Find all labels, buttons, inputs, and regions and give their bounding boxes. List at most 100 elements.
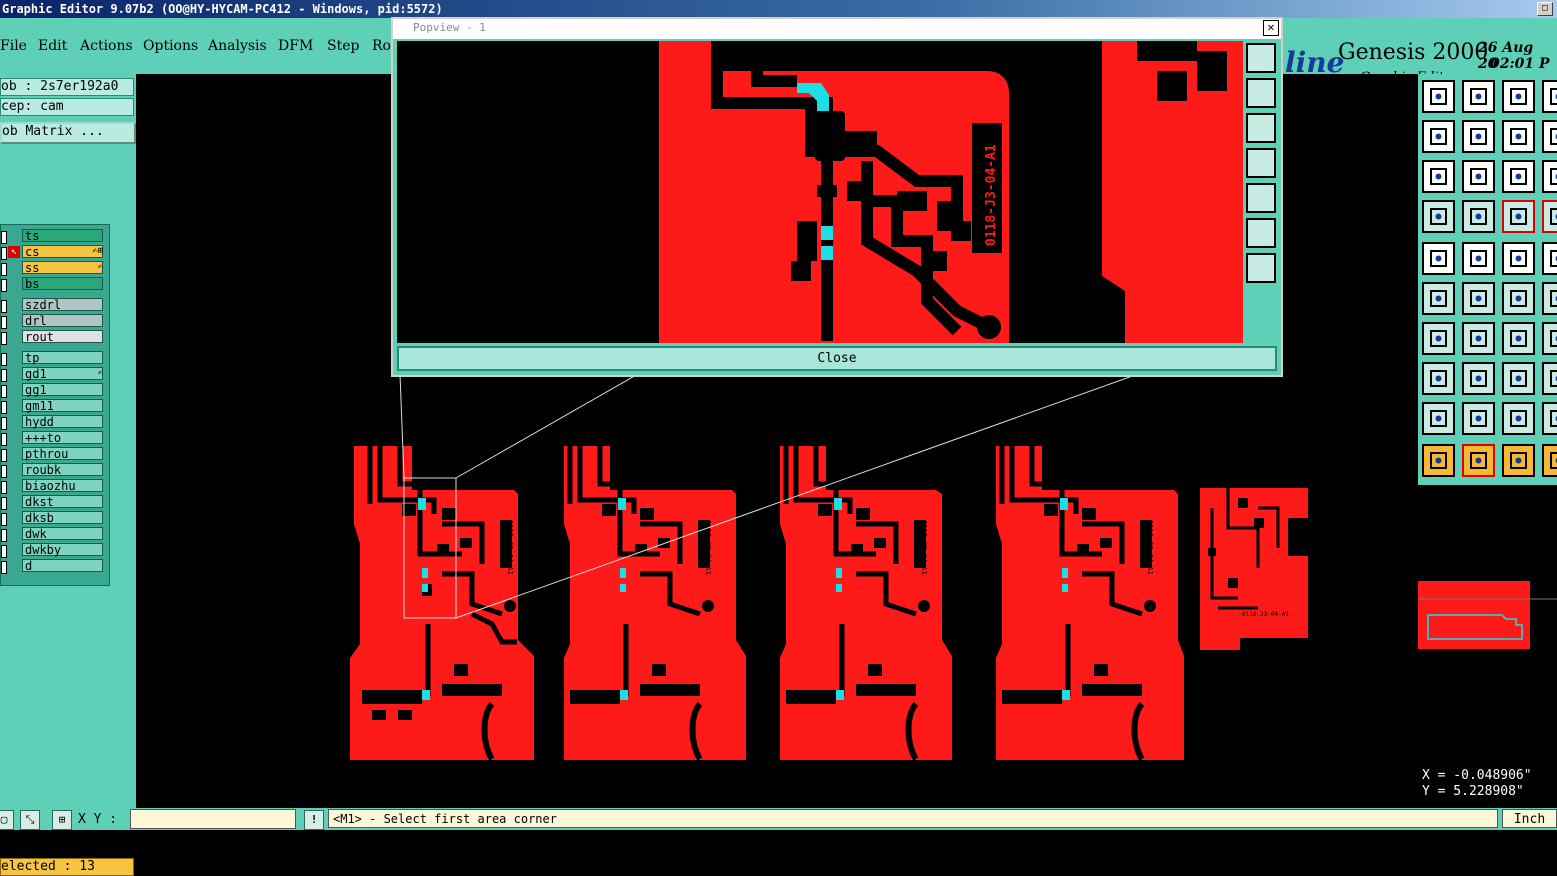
scroll-icon[interactable] [1542, 80, 1557, 113]
pan-up-icon[interactable] [1246, 78, 1276, 108]
dimension2-icon[interactable] [1542, 362, 1557, 395]
layer-row-szdrl[interactable]: szdrl [1, 298, 107, 313]
layer-row-biaozhu[interactable]: biaozhu [1, 479, 107, 494]
layer-name[interactable]: gm11 [22, 399, 103, 412]
layer-row-dksb[interactable]: dksb [1, 511, 107, 526]
layer-name[interactable]: bs [22, 277, 103, 290]
swap-icon[interactable] [1502, 120, 1535, 153]
layer-name[interactable]: rout [22, 330, 103, 343]
layer-checkbox[interactable] [1, 481, 7, 494]
measure-icon[interactable] [1422, 200, 1455, 233]
layer-checkbox[interactable] [1, 497, 7, 510]
pointer-icon[interactable] [1422, 444, 1455, 477]
segment-icon[interactable] [1502, 282, 1535, 315]
layer-name[interactable]: gg1 [22, 383, 103, 396]
arc2-icon[interactable] [1542, 322, 1557, 355]
layer-row-cs[interactable]: ↖cs✍⊞ [1, 245, 107, 260]
layer-row-dkst[interactable]: dkst [1, 495, 107, 510]
pad-icon[interactable] [1542, 282, 1557, 315]
connect-icon[interactable] [1422, 282, 1455, 315]
layer-row-gm11[interactable]: gm11 [1, 399, 107, 414]
layer-row-bs[interactable]: bs [1, 277, 107, 292]
popview-canvas[interactable]: 0118-J3-04-A1 [397, 41, 1243, 343]
panel-icon[interactable] [1542, 120, 1557, 153]
layer-checkbox[interactable] [1, 332, 7, 345]
triangle4-icon[interactable] [1542, 402, 1557, 435]
layer-row-ts[interactable]: ts [1, 229, 107, 244]
home-icon[interactable] [1502, 80, 1535, 113]
popview-close-button[interactable]: Close [397, 346, 1277, 371]
layer-checkbox[interactable] [1, 263, 7, 276]
layer-checkbox[interactable] [1, 300, 7, 313]
pan-right-icon[interactable] [1462, 120, 1495, 153]
layer-row-hydd[interactable]: hydd [1, 415, 107, 430]
status-tool-icon[interactable]: ▢ [0, 810, 14, 830]
layer-row-tp[interactable]: tp [1, 351, 107, 366]
layer-checkbox[interactable] [1, 369, 7, 382]
pan-left-icon[interactable] [1422, 120, 1455, 153]
close-icon[interactable]: ✕ [1263, 20, 1279, 36]
layer-checkbox[interactable] [1, 247, 7, 260]
pan-right-icon[interactable] [1246, 183, 1276, 213]
layer-name[interactable]: dkst [22, 495, 103, 508]
layer-row-pthrou[interactable]: pthrou [1, 447, 107, 462]
home-top-icon[interactable] [1422, 80, 1455, 113]
fit-icon[interactable] [1422, 160, 1455, 193]
layer-row-drl[interactable]: drl [1, 314, 107, 329]
pan-left-icon[interactable] [1246, 148, 1276, 178]
layer-checkbox[interactable] [1, 316, 7, 329]
pan-top-icon[interactable] [1246, 43, 1276, 73]
layer-row-rout[interactable]: rout [1, 330, 107, 345]
layer-checkbox[interactable] [1, 449, 7, 462]
layer-name[interactable]: dksb [22, 511, 103, 524]
layer-checkbox[interactable] [1, 433, 7, 446]
layer-name[interactable]: cs [22, 245, 103, 258]
menu-options[interactable]: Options [143, 38, 198, 54]
center-icon[interactable] [1462, 160, 1495, 193]
popview-titlebar[interactable]: Popview - 1 ✕ [393, 19, 1281, 39]
xy-input[interactable] [130, 809, 296, 829]
layer-name[interactable]: hydd [22, 415, 103, 428]
snap-icon[interactable] [1462, 200, 1495, 233]
zoom-in-icon[interactable] [1246, 218, 1276, 248]
layer-name[interactable]: drl [22, 314, 103, 327]
layer-name[interactable]: szdrl [22, 298, 103, 311]
job-matrix-button[interactable]: ob Matrix ... [0, 122, 136, 144]
ruler-icon[interactable] [1502, 242, 1535, 275]
layer-checkbox[interactable] [1, 231, 7, 244]
menu-rout[interactable]: Ro [372, 38, 391, 54]
mirror-icon[interactable] [1462, 362, 1495, 395]
layer-row-to[interactable]: +++to [1, 431, 107, 446]
layer-checkbox[interactable] [1, 545, 7, 558]
feature-icon[interactable] [1422, 242, 1455, 275]
units-button[interactable]: Inch [1502, 809, 1557, 828]
triangle3-icon[interactable] [1502, 402, 1535, 435]
layer-checkbox[interactable] [1, 353, 7, 366]
layer-row-dwk[interactable]: dwk [1, 527, 107, 542]
layer-row-dwkby[interactable]: dwkby [1, 543, 107, 558]
layer-checkbox[interactable] [1, 417, 7, 430]
maximize-icon[interactable]: □ [1537, 2, 1553, 16]
layer-checkbox[interactable] [1, 561, 7, 574]
layer-name[interactable]: ts [22, 229, 103, 242]
ratio-icon[interactable] [1502, 160, 1535, 193]
menu-step[interactable]: Step [327, 38, 359, 54]
triangle2-icon[interactable] [1462, 402, 1495, 435]
overview-minimap[interactable] [1418, 484, 1557, 763]
arc-icon[interactable] [1502, 322, 1535, 355]
netlist2-icon[interactable] [1542, 200, 1557, 233]
layer-checkbox[interactable] [1, 279, 7, 292]
angle-icon[interactable] [1422, 322, 1455, 355]
line-icon[interactable] [1462, 322, 1495, 355]
layer-name[interactable]: tp [22, 351, 103, 364]
layer-name[interactable]: gd1 [22, 367, 103, 380]
line-draw-icon[interactable] [1462, 242, 1495, 275]
menu-dfm[interactable]: DFM [278, 38, 313, 54]
layer-row-gd1[interactable]: gd1✍ [1, 367, 107, 382]
layer-checkbox[interactable] [1, 401, 7, 414]
layer-name[interactable]: dwk [22, 527, 103, 540]
grid-icon[interactable]: ⊞ [52, 810, 72, 830]
ruler2-icon[interactable] [1542, 242, 1557, 275]
cross-icon[interactable] [1462, 282, 1495, 315]
popview-window[interactable]: Popview - 1 ✕ 0118-J3-04-A1 [391, 17, 1283, 377]
